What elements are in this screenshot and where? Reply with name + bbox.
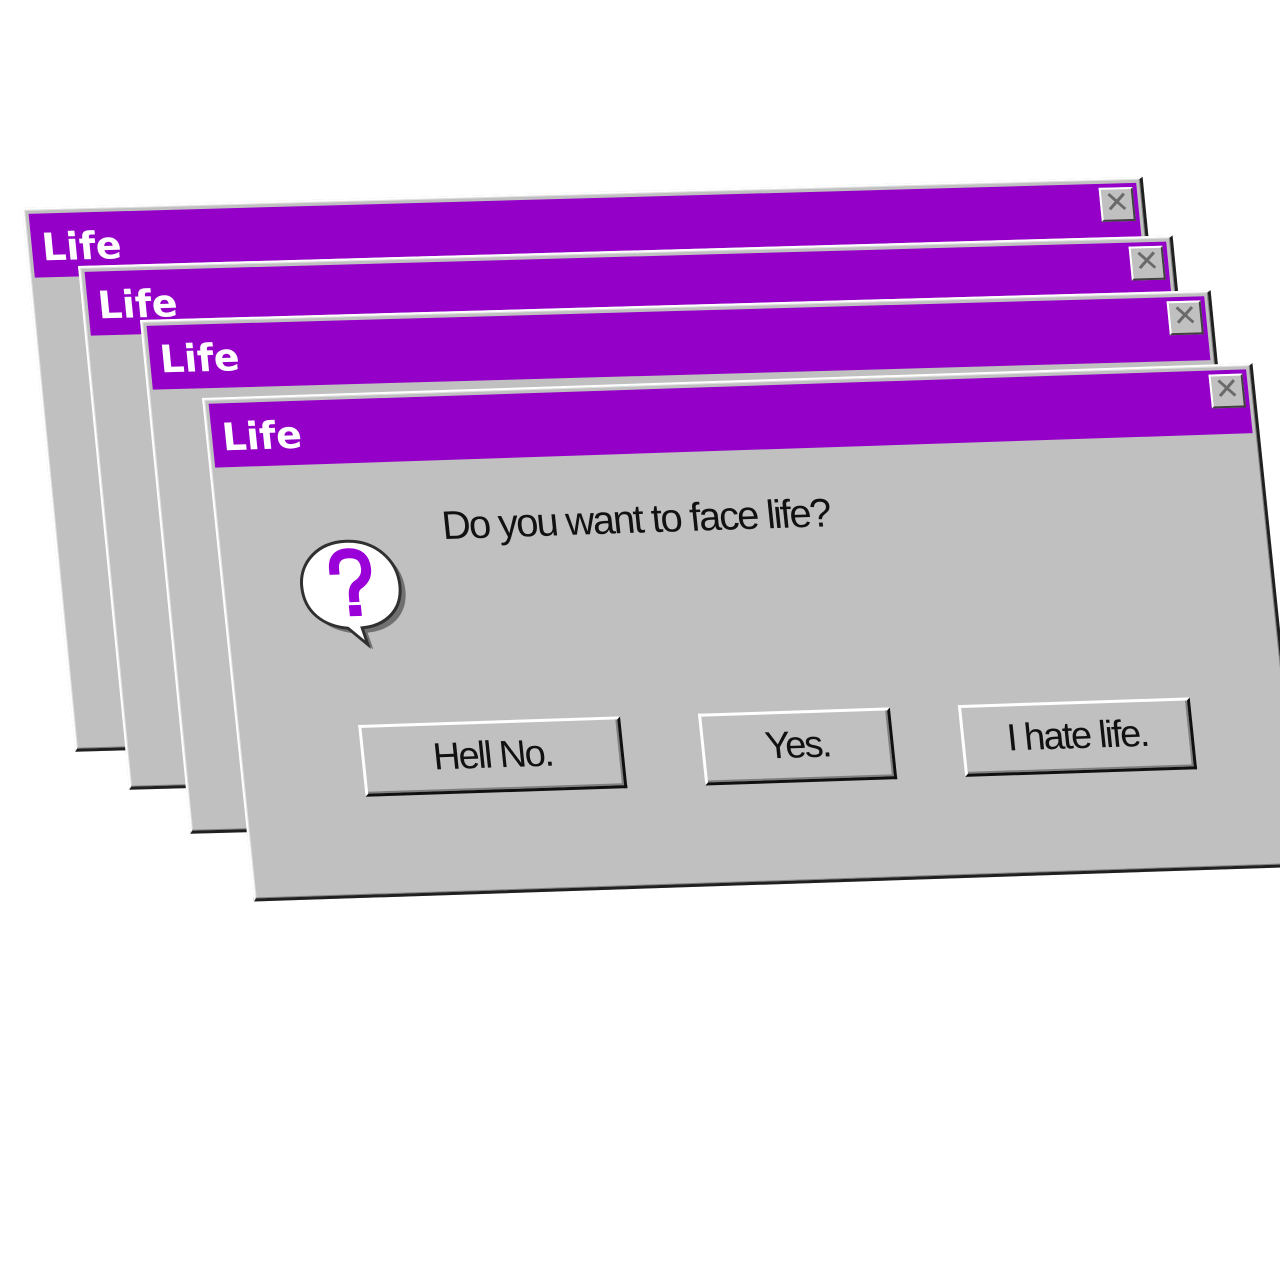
close-button[interactable]: ✕ bbox=[1208, 371, 1246, 409]
dialog-message: Do you want to face life? bbox=[439, 491, 832, 549]
dialog-front: Life ✕ Do you want to face life? Hell No… bbox=[202, 363, 1280, 902]
close-icon: ✕ bbox=[1212, 371, 1242, 408]
desktop: Life ✕ Life ✕ Life ✕ Life ✕ Do you want … bbox=[0, 0, 1280, 1280]
yes-button[interactable]: Yes. bbox=[697, 707, 898, 786]
close-button[interactable]: ✕ bbox=[1098, 185, 1136, 222]
hate-life-button[interactable]: I hate life. bbox=[957, 697, 1198, 777]
window-title: Life bbox=[39, 223, 124, 270]
close-button[interactable]: ✕ bbox=[1128, 243, 1166, 281]
close-icon: ✕ bbox=[1102, 185, 1132, 221]
close-button[interactable]: ✕ bbox=[1166, 298, 1204, 336]
window-title: Life bbox=[157, 335, 242, 382]
question-bubble-icon bbox=[300, 539, 406, 650]
close-icon: ✕ bbox=[1170, 298, 1200, 335]
close-icon: ✕ bbox=[1132, 243, 1162, 280]
hell-no-button[interactable]: Hell No. bbox=[358, 716, 628, 797]
window-title: Life bbox=[219, 412, 304, 460]
